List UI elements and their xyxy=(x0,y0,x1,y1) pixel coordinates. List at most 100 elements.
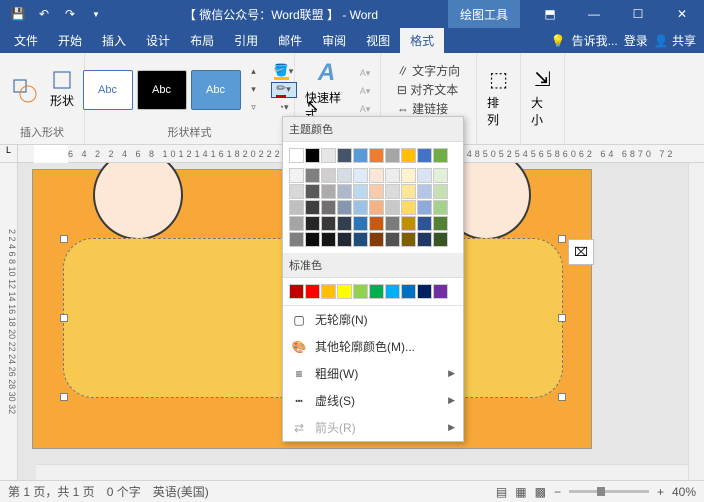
ruler-vertical[interactable]: 2 2 4 6 8 10 12 14 16 18 20 22 24 26 28 … xyxy=(0,163,18,480)
resize-handle-se[interactable] xyxy=(558,393,566,401)
color-swatch[interactable] xyxy=(353,216,368,231)
context-tab-drawing-tools[interactable]: 绘图工具 xyxy=(448,0,520,28)
color-swatch[interactable] xyxy=(289,148,304,163)
color-swatch[interactable] xyxy=(353,284,368,299)
color-swatch[interactable] xyxy=(433,216,448,231)
tab-references[interactable]: 引用 xyxy=(224,28,268,53)
more-colors-item[interactable]: 🎨其他轮廓颜色(M)... xyxy=(283,333,463,360)
size-button[interactable]: ⇲大小 xyxy=(527,65,558,130)
color-swatch[interactable] xyxy=(369,232,384,247)
close-button[interactable]: ✕ xyxy=(660,0,704,28)
tab-view[interactable]: 视图 xyxy=(356,28,400,53)
scrollbar-vertical[interactable] xyxy=(688,163,704,480)
style-scroll-down[interactable]: ▾ xyxy=(245,82,263,98)
color-swatch[interactable] xyxy=(321,148,336,163)
text-direction-button[interactable]: ∥ 文字方向 xyxy=(397,62,460,79)
tab-insert[interactable]: 插入 xyxy=(92,28,136,53)
resize-handle-w[interactable] xyxy=(60,314,68,322)
shapes-button[interactable]: 形状 xyxy=(46,68,78,111)
color-swatch[interactable] xyxy=(321,232,336,247)
tab-mailings[interactable]: 邮件 xyxy=(268,28,312,53)
share-button[interactable]: 👤 共享 xyxy=(654,32,696,49)
color-swatch[interactable] xyxy=(385,216,400,231)
color-swatch[interactable] xyxy=(337,216,352,231)
color-swatch[interactable] xyxy=(401,284,416,299)
text-fill-button[interactable]: A▾ xyxy=(356,65,374,81)
scrollbar-horizontal[interactable] xyxy=(36,464,688,480)
color-swatch[interactable] xyxy=(305,168,320,183)
color-swatch[interactable] xyxy=(433,184,448,199)
view-print-button[interactable]: ▦ xyxy=(515,485,526,499)
shapes-gallery[interactable] xyxy=(6,74,42,106)
color-swatch[interactable] xyxy=(385,232,400,247)
weight-item[interactable]: ≡粗细(W)▶ xyxy=(283,360,463,387)
color-swatch[interactable] xyxy=(353,200,368,215)
style-preset-2[interactable]: Abc xyxy=(137,70,187,110)
shape-effects-button[interactable]: ◔▾ xyxy=(271,100,297,116)
color-swatch[interactable] xyxy=(289,216,304,231)
color-swatch[interactable] xyxy=(289,284,304,299)
color-swatch[interactable] xyxy=(401,184,416,199)
color-swatch[interactable] xyxy=(353,148,368,163)
maximize-button[interactable]: ☐ xyxy=(616,0,660,28)
color-swatch[interactable] xyxy=(369,184,384,199)
shape-fill-button[interactable]: 🪣▾ xyxy=(271,64,297,80)
color-swatch[interactable] xyxy=(337,184,352,199)
color-swatch[interactable] xyxy=(289,232,304,247)
view-web-button[interactable]: ▩ xyxy=(535,485,546,499)
text-outline-button[interactable]: A▾ xyxy=(356,83,374,99)
color-swatch[interactable] xyxy=(385,168,400,183)
color-swatch[interactable] xyxy=(305,200,320,215)
no-outline-item[interactable]: ▢无轮廓(N) xyxy=(283,306,463,333)
zoom-level[interactable]: 40% xyxy=(672,485,696,499)
color-swatch[interactable] xyxy=(433,148,448,163)
resize-handle-ne[interactable] xyxy=(558,235,566,243)
color-swatch[interactable] xyxy=(433,284,448,299)
color-swatch[interactable] xyxy=(305,216,320,231)
color-swatch[interactable] xyxy=(337,232,352,247)
tab-home[interactable]: 开始 xyxy=(48,28,92,53)
color-swatch[interactable] xyxy=(353,168,368,183)
color-swatch[interactable] xyxy=(401,148,416,163)
color-swatch[interactable] xyxy=(337,284,352,299)
color-swatch[interactable] xyxy=(305,284,320,299)
language-indicator[interactable]: 英语(美国) xyxy=(153,483,209,500)
tab-review[interactable]: 审阅 xyxy=(312,28,356,53)
view-read-button[interactable]: ▤ xyxy=(496,485,507,499)
color-swatch[interactable] xyxy=(369,216,384,231)
color-swatch[interactable] xyxy=(353,232,368,247)
color-swatch[interactable] xyxy=(321,284,336,299)
color-swatch[interactable] xyxy=(305,232,320,247)
color-swatch[interactable] xyxy=(353,184,368,199)
zoom-slider[interactable] xyxy=(569,490,649,493)
style-scroll-up[interactable]: ▴ xyxy=(245,64,263,80)
qat-dropdown[interactable]: ▼ xyxy=(84,2,108,26)
resize-handle-sw[interactable] xyxy=(60,393,68,401)
color-swatch[interactable] xyxy=(433,200,448,215)
resize-handle-nw[interactable] xyxy=(60,235,68,243)
signin-link[interactable]: 登录 xyxy=(624,32,648,49)
color-swatch[interactable] xyxy=(385,184,400,199)
color-swatch[interactable] xyxy=(417,148,432,163)
color-swatch[interactable] xyxy=(289,200,304,215)
color-swatch[interactable] xyxy=(417,232,432,247)
tab-format[interactable]: 格式 xyxy=(400,28,444,53)
tab-layout[interactable]: 布局 xyxy=(180,28,224,53)
tab-file[interactable]: 文件 xyxy=(4,28,48,53)
layout-options-button[interactable]: ⌧ xyxy=(568,239,594,265)
color-swatch[interactable] xyxy=(401,232,416,247)
color-swatch[interactable] xyxy=(385,200,400,215)
tell-me[interactable]: 告诉我... xyxy=(572,32,618,49)
dashes-item[interactable]: ┅虚线(S)▶ xyxy=(283,387,463,414)
undo-button[interactable]: ↶ xyxy=(32,2,56,26)
color-swatch[interactable] xyxy=(401,216,416,231)
quick-styles-button[interactable]: A 快速样式 xyxy=(301,57,352,125)
color-swatch[interactable] xyxy=(337,168,352,183)
color-swatch[interactable] xyxy=(337,148,352,163)
color-swatch[interactable] xyxy=(321,200,336,215)
color-swatch[interactable] xyxy=(305,148,320,163)
style-preset-3[interactable]: Abc xyxy=(191,70,241,110)
color-swatch[interactable] xyxy=(321,168,336,183)
text-effects-button[interactable]: A▾ xyxy=(356,101,374,117)
color-swatch[interactable] xyxy=(385,148,400,163)
